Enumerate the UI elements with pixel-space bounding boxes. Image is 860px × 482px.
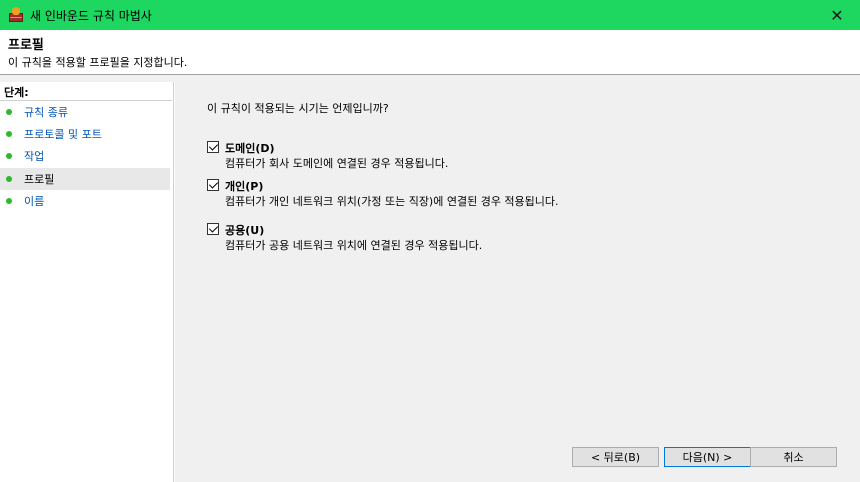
green-dot-icon: [6, 109, 12, 115]
title-bar: 새 인바운드 규칙 마법사 ✕: [0, 0, 860, 30]
domain-label[interactable]: 도메인(D): [225, 140, 275, 156]
sidebar-item-rule-type[interactable]: 규칙 종류: [0, 101, 170, 123]
public-label[interactable]: 공용(U): [225, 222, 264, 238]
sidebar-item-label: 이름: [24, 195, 45, 208]
wizard-header: 프로필 이 규칙을 적용할 프로필을 지정합니다.: [0, 30, 860, 74]
public-description: 컴퓨터가 공용 네트워크 위치에 연결된 경우 적용됩니다.: [225, 239, 483, 252]
green-dot-icon: [6, 198, 12, 204]
window-title: 새 인바운드 규칙 마법사: [30, 8, 152, 23]
sidebar-item-profile[interactable]: 프로필: [0, 168, 170, 190]
green-dot-icon: [6, 176, 12, 182]
main-panel: 이 규칙이 적용되는 시기는 언제입니까? 도메인(D) 컴퓨터가 회사 도메인…: [175, 82, 860, 482]
private-label[interactable]: 개인(P): [225, 178, 263, 194]
sidebar-item-label: 규칙 종류: [24, 106, 68, 119]
sidebar-item-action[interactable]: 작업: [0, 145, 170, 167]
sidebar-item-label: 프로필: [24, 173, 55, 186]
firewall-icon: [8, 7, 24, 23]
steps-label: 단계:: [4, 86, 29, 99]
sidebar-item-protocol-port[interactable]: 프로토콜 및 포트: [0, 123, 170, 145]
header-divider: [0, 74, 860, 82]
domain-checkbox[interactable]: [207, 141, 219, 153]
cancel-button[interactable]: 취소: [750, 447, 837, 467]
sidebar-item-label: 프로토콜 및 포트: [24, 128, 102, 141]
domain-description: 컴퓨터가 회사 도메인에 연결된 경우 적용됩니다.: [225, 157, 449, 170]
green-dot-icon: [6, 131, 12, 137]
private-checkbox[interactable]: [207, 179, 219, 191]
back-button[interactable]: < 뒤로(B): [572, 447, 659, 467]
green-dot-icon: [6, 153, 12, 159]
page-description: 이 규칙을 적용할 프로필을 지정합니다.: [8, 56, 188, 69]
sidebar-item-name[interactable]: 이름: [0, 190, 170, 212]
page-title: 프로필: [8, 38, 44, 53]
profile-question: 이 규칙이 적용되는 시기는 언제입니까?: [207, 102, 389, 115]
private-description: 컴퓨터가 개인 네트워크 위치(가정 또는 직장)에 연결된 경우 적용됩니다.: [225, 195, 559, 208]
steps-sidebar: 단계: 규칙 종류 프로토콜 및 포트 작업 프로필 이름: [0, 82, 174, 482]
close-icon: ✕: [830, 5, 844, 25]
public-checkbox[interactable]: [207, 223, 219, 235]
close-button[interactable]: ✕: [814, 0, 860, 30]
next-button[interactable]: 다음(N) >: [664, 447, 751, 467]
sidebar-item-label: 작업: [24, 150, 45, 163]
